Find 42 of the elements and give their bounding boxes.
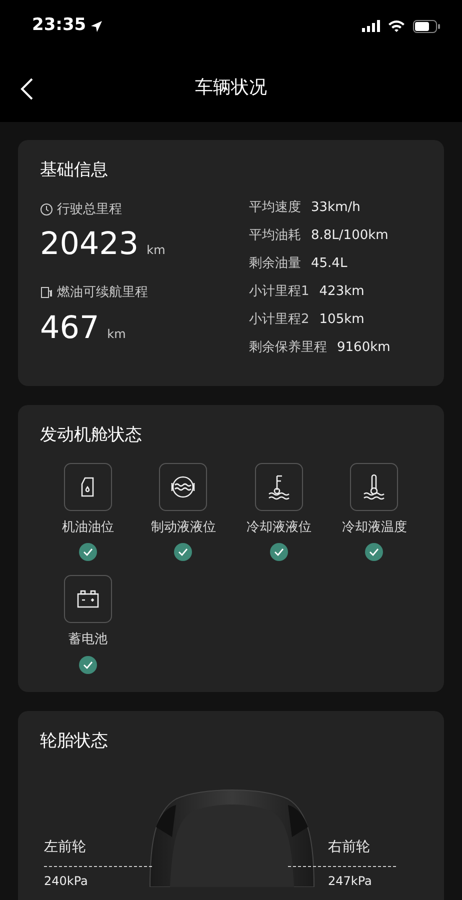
unit-label: km (107, 326, 126, 343)
tire-label: 左前轮 (44, 838, 87, 857)
detail-value: 8.8L/100km (311, 228, 388, 244)
status-label: 机油油位 (62, 518, 114, 537)
detail-label: 平均速度 (249, 200, 301, 216)
fuel-pump-icon (40, 286, 53, 300)
car-battery-icon (76, 589, 100, 610)
stat-label: 行驶总里程 (57, 200, 122, 218)
status-label: 冷却液液位 (246, 518, 312, 537)
thermometer-icon (362, 474, 386, 500)
clock-icon (40, 202, 53, 216)
status-label: 冷却液温度 (342, 518, 407, 537)
wifi-icon (388, 20, 405, 32)
tire-pressure: 247kPa (328, 874, 373, 887)
status-label: 制动液液位 (150, 518, 216, 537)
brake-fluid-icon (169, 474, 198, 500)
detail-value: 423km (319, 284, 364, 300)
detail-value: 9160km (337, 340, 390, 356)
stat-value: 20423 (40, 227, 139, 262)
stat-label: 燃油可续航里程 (57, 284, 148, 302)
detail-label: 剩余保养里程 (249, 340, 327, 356)
detail-value: 45.4L (311, 256, 348, 272)
location-arrow-icon (90, 20, 104, 32)
battery-icon (413, 20, 440, 32)
status-time: 23:35 (32, 14, 86, 38)
stat-value: 467 (40, 310, 100, 345)
detail-value: 33km/h (311, 200, 360, 216)
detail-label: 小计里程1 (249, 284, 310, 300)
coolant-level-icon (266, 474, 291, 500)
signal-icon (362, 20, 380, 32)
detail-value: 105km (319, 312, 364, 328)
unit-label: km (146, 242, 166, 259)
page-title: 车辆状况 (195, 76, 267, 100)
section-title: 轮胎状态 (40, 730, 109, 753)
status-label: 蓄电池 (68, 631, 108, 650)
detail-label: 平均油耗 (249, 228, 301, 244)
section-title: 发动机舱状态 (40, 424, 143, 448)
tire-label: 右前轮 (328, 838, 371, 857)
section-title: 基础信息 (40, 159, 109, 182)
detail-label: 小计里程2 (249, 312, 310, 328)
detail-label: 剩余油量 (249, 256, 301, 272)
tire-pressure: 240kPa (44, 874, 89, 887)
